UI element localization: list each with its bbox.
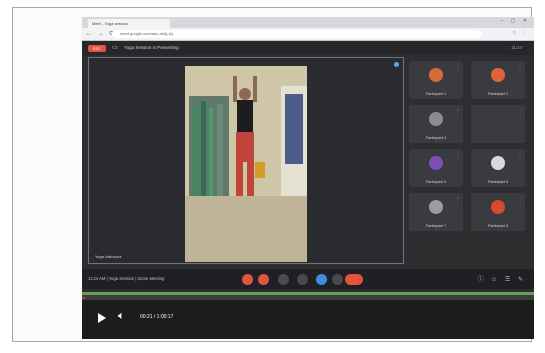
more-button[interactable]: [332, 274, 343, 285]
video-player-screen: Meet - Yoga session – ▢ ✕ ← → ⟳ meet.goo…: [82, 17, 534, 339]
address-bar[interactable]: meet.google.com/abc-defg-hij: [112, 30, 482, 38]
tile-menu-icon[interactable]: ⋮: [518, 64, 522, 69]
participant-name: Participant 6: [488, 180, 508, 184]
participant-tile[interactable]: ⋮ Participant 3: [409, 105, 463, 143]
participant-name: Participant 3: [426, 136, 446, 140]
timeline-scrub-bar[interactable]: [82, 292, 534, 300]
buffered-track: [82, 292, 534, 295]
pin-icon[interactable]: [394, 62, 399, 67]
meeting-title: Yoga Session is Presenting: [124, 45, 179, 50]
main-speaker-name: Yoga Instructor: [95, 254, 122, 259]
participant-name: Participant 8: [488, 224, 508, 228]
end-call-button[interactable]: [345, 274, 363, 285]
avatar: [429, 68, 443, 82]
participant-tile[interactable]: ⋮ Participant 6: [471, 149, 525, 187]
tile-menu-icon[interactable]: ⋮: [518, 196, 522, 201]
meeting-control-bar: 11:24 AM | Yoga Session | Zoom Meeting ⓘ…: [82, 269, 534, 289]
avatar: [429, 200, 443, 214]
speaker-video: [185, 66, 307, 262]
participant-tile[interactable]: ⋮ Participant 8: [471, 193, 525, 231]
play-button[interactable]: [98, 313, 106, 323]
speaker-video-frame: [185, 66, 307, 262]
avatar: [491, 68, 505, 82]
meeting-header: REC ▭ Yoga Session is Presenting 11:24: [82, 41, 534, 55]
participant-tile[interactable]: ⋮ Participant 5: [409, 149, 463, 187]
avatar: [429, 112, 443, 126]
volume-icon[interactable]: 🔈︎: [118, 310, 125, 323]
mic-button[interactable]: [242, 274, 253, 285]
main-video-stage: Yoga Instructor: [88, 57, 404, 264]
browser-toolbar: ← → ⟳ meet.google.com/abc-defg-hij ☆ ⋮: [82, 28, 534, 41]
participant-tile[interactable]: ⋮ Participant 2: [471, 61, 525, 99]
participant-name: Participant 1: [426, 92, 446, 96]
tile-menu-icon[interactable]: ⋮: [518, 152, 522, 157]
hand-button[interactable]: [297, 274, 308, 285]
playback-time: 00:21 / 1:00:17: [140, 314, 174, 320]
camera-button[interactable]: [258, 274, 269, 285]
avatar: [491, 156, 505, 170]
present-button[interactable]: [316, 274, 327, 285]
window-controls[interactable]: – ▢ ✕: [501, 18, 530, 24]
side-panel-icons[interactable]: ⓘ ☺ ☰ ✎: [477, 274, 526, 283]
browser-tab[interactable]: Meet - Yoga session: [88, 19, 170, 28]
tile-menu-icon[interactable]: ⋮: [518, 108, 522, 113]
tile-menu-icon[interactable]: ⋮: [456, 108, 460, 113]
tile-menu-icon[interactable]: ⋮: [456, 196, 460, 201]
captions-button[interactable]: [278, 274, 289, 285]
avatar: [491, 112, 505, 126]
participant-name: Participant 2: [488, 92, 508, 96]
tile-menu-icon[interactable]: ⋮: [456, 152, 460, 157]
browser-tab-bar: Meet - Yoga session – ▢ ✕: [82, 17, 534, 28]
browser-menu-icons[interactable]: ☆ ⋮: [512, 30, 529, 36]
header-clock: 11:24: [511, 45, 522, 50]
participant-tile[interactable]: ⋮ Participant 1: [409, 61, 463, 99]
participant-name: Participant 7: [426, 224, 446, 228]
participant-tile[interactable]: ⋮: [471, 105, 525, 143]
avatar: [491, 200, 505, 214]
avatar: [429, 156, 443, 170]
meeting-details: 11:24 AM | Yoga Session | Zoom Meeting: [88, 276, 165, 281]
tile-menu-icon[interactable]: ⋮: [456, 64, 460, 69]
participant-name: Participant 5: [426, 180, 446, 184]
participant-tile[interactable]: ⋮ Participant 7: [409, 193, 463, 231]
presentation-icon: ▭: [112, 45, 118, 51]
player-controls: 🔈︎ 00:21 / 1:00:17: [82, 300, 534, 339]
recording-badge: REC: [88, 45, 106, 52]
played-track: [82, 297, 85, 299]
